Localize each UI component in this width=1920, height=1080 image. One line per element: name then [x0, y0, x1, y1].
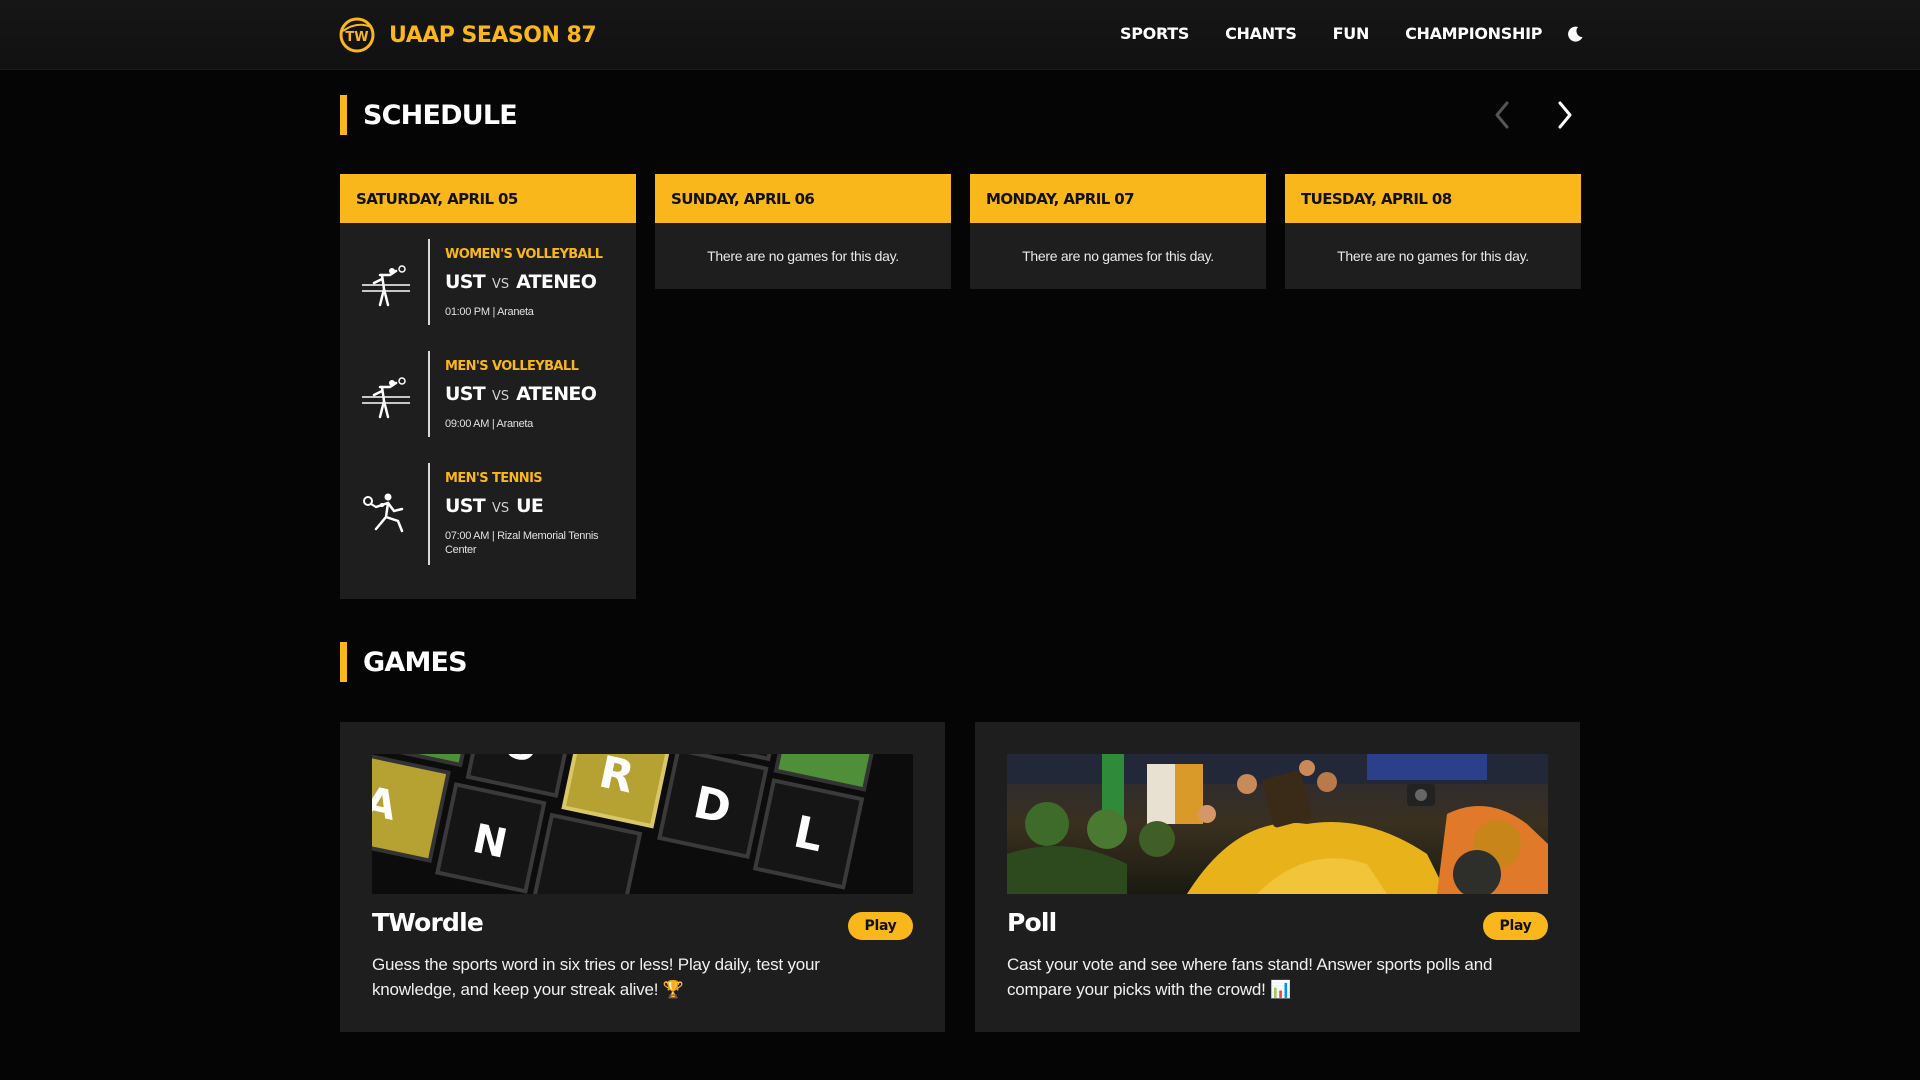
- day-header: TUESDAY, APRIL 08: [1285, 174, 1581, 223]
- matchup: UST VS UE: [445, 495, 544, 517]
- game-time-venue: 07:00 AM | Rizal Memorial Tennis Center: [445, 530, 599, 556]
- nav-link-championship[interactable]: CHAMPIONSHIP: [1405, 24, 1542, 43]
- nav-link-sports[interactable]: SPORTS: [1120, 24, 1189, 43]
- team-1: UST: [445, 271, 486, 293]
- day-column-saturday: SATURDAY, APRIL 05 WOMEN'S VOLLEYBALL US…: [340, 174, 636, 599]
- game-card-twordle[interactable]: W O R O T D L A N TWordle Play Gue: [340, 722, 945, 1032]
- nav-links: SPORTS CHANTS FUN CHAMPIONSHIP: [1120, 24, 1578, 43]
- brand-title: UAAP SEASON 87: [389, 22, 597, 48]
- card-title: TWordle: [372, 908, 484, 937]
- top-nav: TW UAAP SEASON 87 SPORTS CHANTS FUN CHAM…: [0, 0, 1920, 70]
- schedule-title: SCHEDULE: [363, 99, 518, 131]
- team-2: ATENEO: [516, 383, 597, 405]
- brand[interactable]: TW UAAP SEASON 87: [339, 16, 597, 54]
- day-header: SUNDAY, APRIL 06: [655, 174, 951, 223]
- card-description: Guess the sports word in six tries or le…: [372, 955, 820, 999]
- day-header: MONDAY, APRIL 07: [970, 174, 1266, 223]
- vs-label: VS: [491, 277, 510, 292]
- team-1: UST: [445, 495, 486, 517]
- matchup: UST VS ATENEO: [445, 271, 597, 293]
- day-header: SATURDAY, APRIL 05: [340, 174, 636, 223]
- volleyball-icon: [362, 377, 410, 419]
- moon-icon[interactable]: [1566, 25, 1584, 43]
- card-description: Cast your vote and see where fans stand!…: [1007, 955, 1493, 999]
- volleyball-icon: [362, 265, 410, 307]
- accent-bar: [340, 642, 347, 682]
- day-column-monday: MONDAY, APRIL 07 There are no games for …: [970, 174, 1266, 289]
- tennis-icon: [363, 493, 404, 533]
- game-list: WOMEN'S VOLLEYBALL UST VS ATENEO 01:00 PM …: [340, 223, 636, 599]
- accent-bar: [340, 95, 347, 135]
- game-time-venue: 09:00 AM | Araneta: [445, 418, 533, 430]
- sport-name: MEN'S VOLLEYBALL: [445, 359, 579, 374]
- team-1: UST: [445, 383, 486, 405]
- wordle-tiles-illustration: W O R O T D L A N: [372, 754, 913, 894]
- sport-name: MEN'S TENNIS: [445, 471, 543, 486]
- tw-logo-icon: TW: [339, 17, 375, 53]
- game-item[interactable]: MEN'S VOLLEYBALL UST VS ATENEO 09:00 AM | …: [340, 351, 636, 463]
- games-title: GAMES: [363, 646, 468, 678]
- matchup: UST VS ATENEO: [445, 383, 597, 405]
- nav-link-fun[interactable]: FUN: [1333, 24, 1370, 43]
- twordle-banner-image: W O R O T D L A N: [372, 754, 913, 894]
- team-2: UE: [516, 495, 544, 517]
- schedule-heading: SCHEDULE: [340, 95, 518, 135]
- play-button[interactable]: Play: [848, 912, 913, 940]
- logo-text: TW: [345, 30, 368, 45]
- vs-label: VS: [491, 501, 510, 516]
- no-games-message: There are no games for this day.: [1022, 248, 1214, 264]
- no-games-message: There are no games for this day.: [1337, 248, 1529, 264]
- day-column-tuesday: TUESDAY, APRIL 08 There are no games for…: [1285, 174, 1581, 289]
- game-item[interactable]: MEN'S TENNIS UST VS UE 07:00 AM | Rizal Me…: [340, 463, 636, 583]
- no-games-message: There are no games for this day.: [707, 248, 899, 264]
- game-time-venue: 01:00 PM | Araneta: [445, 306, 534, 318]
- game-card-poll[interactable]: Poll Play Cast your vote and see where f…: [975, 722, 1580, 1032]
- nav-link-chants[interactable]: CHANTS: [1225, 24, 1297, 43]
- sport-name: WOMEN'S VOLLEYBALL: [445, 247, 603, 262]
- divider: [428, 463, 430, 565]
- play-button[interactable]: Play: [1483, 912, 1548, 940]
- day-column-sunday: SUNDAY, APRIL 06 There are no games for …: [655, 174, 951, 289]
- chevron-left-icon[interactable]: [1488, 97, 1516, 133]
- game-item[interactable]: WOMEN'S VOLLEYBALL UST VS ATENEO 01:00 PM …: [340, 239, 636, 351]
- card-title: Poll: [1007, 908, 1057, 937]
- games-heading: GAMES: [340, 642, 468, 682]
- vs-label: VS: [491, 389, 510, 404]
- team-2: ATENEO: [516, 271, 597, 293]
- chevron-right-icon[interactable]: [1551, 97, 1579, 133]
- crowd-photo-illustration: [1007, 754, 1548, 894]
- divider: [428, 239, 430, 325]
- divider: [428, 351, 430, 437]
- poll-banner-image: [1007, 754, 1548, 894]
